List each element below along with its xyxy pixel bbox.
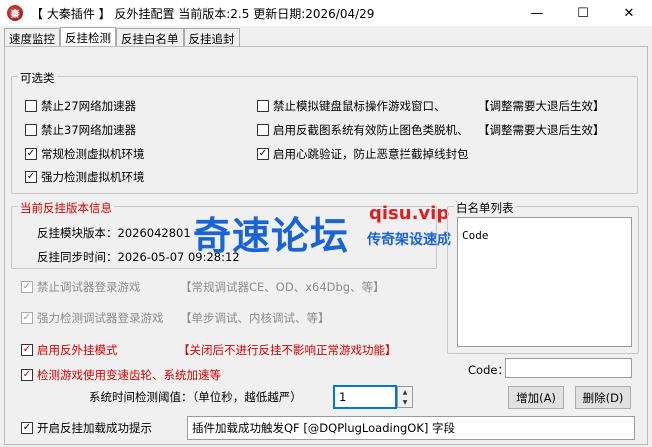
restart-note: 【调整需要大退后生效】: [478, 123, 605, 137]
tab-anti-cheat-detect[interactable]: 反挂检测: [60, 27, 116, 47]
block-37-accelerator-checkbox[interactable]: 禁止37网络加速器: [25, 122, 136, 138]
checkbox-label: 启用反截图系统有效防止图色类脱机、: [273, 123, 469, 137]
window-title: 【 大秦插件 】 反外挂配置 当前版本:2.5 更新日期:2026/04/29: [31, 6, 375, 21]
check-mark-icon: ✓: [21, 281, 33, 293]
checkbox-label: 禁止模拟键盘鼠标操作游戏窗口、: [273, 99, 446, 113]
watermark-title: 奇速论坛: [193, 214, 350, 258]
add-button[interactable]: 增加(A): [508, 386, 564, 409]
checkbox-box: [257, 124, 269, 136]
strong-debugger-detect-checkbox[interactable]: ✓ 强力检测调试器登录游戏: [21, 310, 164, 326]
checkbox-box: [25, 124, 37, 136]
checkbox-label: 禁止27网络加速器: [41, 99, 137, 113]
watermark-subtitle: 传奇架设速成: [367, 232, 451, 248]
check-mark-icon: ✓: [25, 148, 37, 160]
checkbox-box: [25, 100, 37, 112]
checkbox-label: 开启反挂加载成功提示: [37, 421, 152, 435]
close-button[interactable]: ✕: [606, 0, 652, 26]
spin-up-icon[interactable]: ▲: [398, 387, 412, 397]
load-success-message-field[interactable]: 插件加载成功触发QF [@DQPlugLoadingOK] 字段: [187, 416, 635, 440]
delete-button[interactable]: 删除(D): [575, 386, 631, 409]
tab-anti-cheat-ban[interactable]: 反挂追封: [183, 28, 240, 47]
check-mark-icon: ✓: [21, 369, 33, 381]
vm-detect-normal-checkbox[interactable]: ✓ 常规检测虚拟机环境: [25, 146, 145, 162]
watermark-url: qisu.vip: [369, 203, 450, 224]
block-debugger-login-checkbox[interactable]: ✓ 禁止调试器登录游戏: [21, 279, 141, 295]
module-version-text: 反挂模块版本：2026042801: [37, 226, 191, 240]
checkbox-label: 强力检测调试器登录游戏: [37, 311, 164, 325]
checkbox-label: 强力检测虚拟机环境: [41, 170, 145, 184]
options-group-title: 可选类: [18, 70, 57, 86]
version-info-title: 当前反挂版本信息: [18, 200, 114, 216]
check-mark-icon: ✓: [25, 171, 37, 183]
anti-cheat-mode-note: 【关闭后不进行反挂不影响正常游戏功能】: [178, 343, 397, 357]
tab-bar: 速度监控 反挂检测 反挂白名单 反挂追封: [4, 27, 240, 47]
check-mark-icon: ✓: [21, 344, 33, 356]
checkbox-label: 禁止调试器登录游戏: [37, 280, 141, 294]
title-bar: 秦 【 大秦插件 】 反外挂配置 当前版本:2.5 更新日期:2026/04/2…: [0, 0, 652, 26]
checkbox-label: 启用反外挂模式: [37, 343, 118, 357]
check-mark-icon: ✓: [21, 422, 33, 434]
block-27-accelerator-checkbox[interactable]: 禁止27网络加速器: [25, 98, 136, 114]
tab-whitelist[interactable]: 反挂白名单: [116, 28, 184, 47]
watermark-logo: 奇速论坛 qisu.vip 传奇架设速成: [193, 203, 473, 263]
block-simulated-input-checkbox[interactable]: 禁止模拟键盘鼠标操作游戏窗口、: [257, 98, 446, 114]
app-logo-icon: 秦: [7, 5, 23, 21]
check-mark-icon: ✓: [257, 148, 269, 160]
checkbox-label: 启用心跳验证，防止恶意拦截掉线封包: [273, 147, 469, 161]
debugger-note: 【单步调试、内核调试、等】: [180, 311, 330, 325]
anti-screenshot-checkbox[interactable]: 启用反截图系统有效防止图色类脱机、: [257, 122, 469, 138]
code-input[interactable]: [505, 358, 632, 378]
code-label: Code：: [468, 363, 509, 377]
checkbox-label: 常规检测虚拟机环境: [41, 147, 145, 161]
whitelist-title: 白名单列表: [454, 200, 516, 216]
whitelist-listbox[interactable]: Code: [457, 217, 632, 347]
list-item[interactable]: Code: [462, 229, 489, 242]
load-success-tip-checkbox[interactable]: ✓ 开启反挂加载成功提示: [21, 420, 152, 436]
threshold-label: 系统时间检测阈值：（单位秒，越低越严）: [89, 390, 302, 404]
check-mark-icon: ✓: [21, 312, 33, 324]
tab-speed-monitor[interactable]: 速度监控: [4, 28, 60, 47]
anti-cheat-mode-checkbox[interactable]: ✓ 启用反外挂模式: [21, 342, 118, 358]
load-success-message: 插件加载成功触发QF [@DQPlugLoadingOK] 字段: [192, 421, 456, 435]
minimize-button[interactable]: —: [514, 0, 560, 26]
vm-detect-strong-checkbox[interactable]: ✓ 强力检测虚拟机环境: [25, 169, 145, 185]
checkbox-label: 禁止37网络加速器: [41, 123, 137, 137]
threshold-spinner[interactable]: ▲ ▼: [397, 386, 413, 408]
restart-note: 【调整需要大退后生效】: [478, 99, 605, 113]
threshold-value: 1: [339, 390, 347, 404]
speed-gear-detect-checkbox[interactable]: ✓ 检测游戏使用变速齿轮、系统加速等: [21, 367, 221, 383]
threshold-input[interactable]: 1: [333, 385, 397, 409]
heartbeat-verify-checkbox[interactable]: ✓ 启用心跳验证，防止恶意拦截掉线封包: [257, 146, 469, 162]
spin-down-icon[interactable]: ▼: [398, 397, 412, 407]
maximize-button[interactable]: ☐: [560, 0, 606, 26]
checkbox-box: [257, 100, 269, 112]
checkbox-label: 检测游戏使用变速齿轮、系统加速等: [37, 368, 221, 382]
debugger-note: 【常规调试器CE、OD、x64Dbg、等】: [180, 280, 385, 294]
